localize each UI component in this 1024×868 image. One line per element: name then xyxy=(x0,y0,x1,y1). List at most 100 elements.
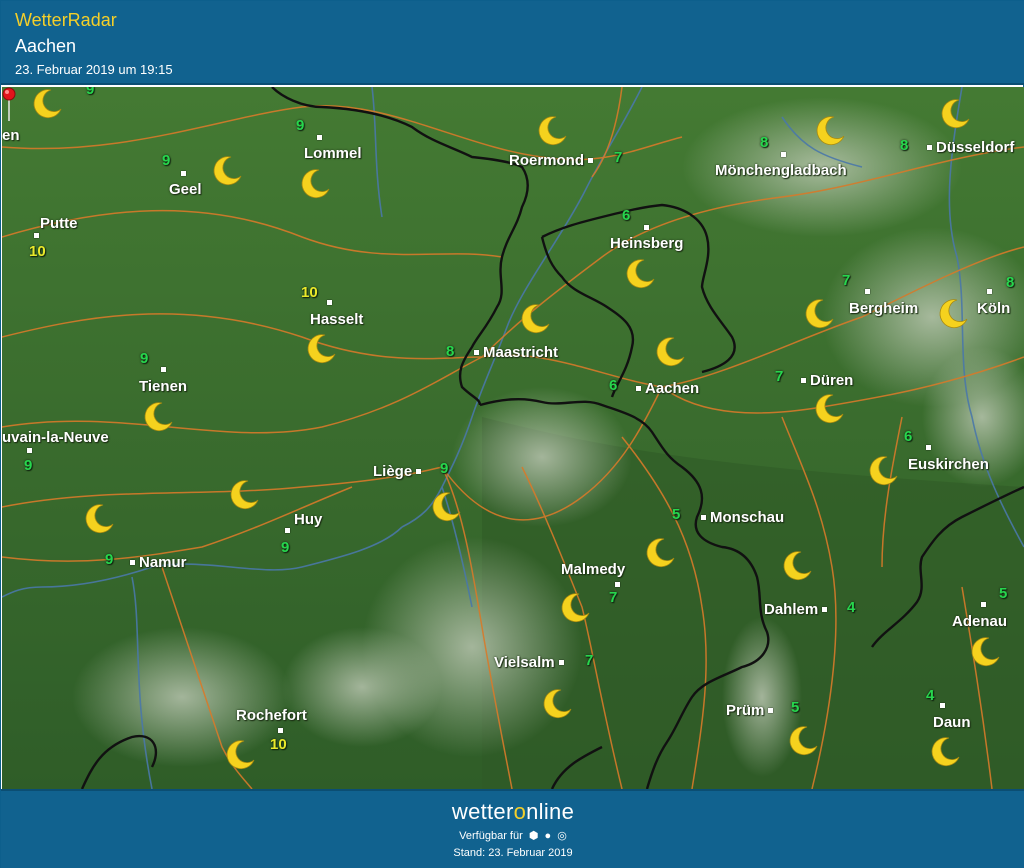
temperature-value: 8 xyxy=(760,134,769,151)
city-dot xyxy=(822,607,828,612)
place-euskirchen[interactable]: Euskirchen xyxy=(908,445,989,473)
place-heinsberg[interactable]: Heinsberg xyxy=(610,225,683,252)
temperature-value: 6 xyxy=(609,377,618,394)
place-koeln[interactable]: Köln xyxy=(977,289,1010,317)
place-hasselt[interactable]: Hasselt xyxy=(310,300,363,328)
temperature-value: 9 xyxy=(296,117,305,134)
place-geel[interactable]: Geel xyxy=(169,171,202,198)
temperature-value: 4 xyxy=(847,599,856,616)
crescent-moon-icon xyxy=(307,334,336,364)
city-dot xyxy=(161,367,166,372)
temperature-value: 9 xyxy=(162,152,171,169)
temperature-value: 4 xyxy=(926,687,935,704)
temperature-value: 7 xyxy=(775,368,784,385)
temperature-value: 5 xyxy=(672,506,681,523)
place-label: Geel xyxy=(169,181,202,198)
place-label: Monschau xyxy=(710,509,785,526)
location-pin-icon[interactable] xyxy=(2,87,16,121)
place-label: Tienen xyxy=(139,378,188,395)
place-label: Huy xyxy=(294,511,323,528)
place-adenau[interactable]: Adenau xyxy=(952,602,1007,630)
place-tienen[interactable]: Tienen xyxy=(139,367,188,395)
city-dot xyxy=(327,300,332,305)
city-dot xyxy=(981,602,986,607)
crescent-moon-icon xyxy=(301,169,330,199)
footer: wetteronline Verfügbar für ⬢ ● ◎ Stand: … xyxy=(1,789,1024,868)
wetteronline-logo[interactable]: wetteronline xyxy=(1,799,1024,825)
place-liege[interactable]: Liège xyxy=(373,463,422,480)
place-label: Düsseldorf xyxy=(936,139,1015,156)
temperature-value: 5 xyxy=(999,585,1008,602)
place-label: Bergheim xyxy=(849,300,919,317)
place-daun[interactable]: Daun xyxy=(933,703,971,731)
place-label: en xyxy=(2,127,20,144)
place-label: Dahlem xyxy=(764,601,819,618)
header: WetterRadar Aachen 23. Februar 2019 um 1… xyxy=(1,1,1024,85)
crescent-moon-icon xyxy=(656,337,685,367)
place-label: Aachen xyxy=(645,380,700,397)
place-maastricht[interactable]: Maastricht xyxy=(474,344,558,361)
place-vielsalm[interactable]: Vielsalm xyxy=(494,654,564,671)
place-moenchengladbach[interactable]: Mönchengladbach xyxy=(715,152,847,179)
city-dot xyxy=(285,528,290,533)
place-huy[interactable]: Huy xyxy=(285,511,323,533)
crescent-moon-icon xyxy=(626,259,655,289)
temperature-value: 10 xyxy=(301,284,318,301)
crescent-moon-icon xyxy=(432,492,461,522)
temperature-value: 6 xyxy=(904,428,913,445)
place-label: Mönchengladbach xyxy=(715,162,847,179)
stand-date: Stand: 23. Februar 2019 xyxy=(453,847,573,859)
crescent-moon-icon xyxy=(939,299,968,329)
place-lommel[interactable]: Lommel xyxy=(304,135,362,162)
apple-icon[interactable]: ● xyxy=(545,830,552,842)
place-label: Rochefort xyxy=(236,707,307,724)
place-putte[interactable]: Putte xyxy=(34,215,78,238)
place-bergheim[interactable]: Bergheim xyxy=(849,289,919,317)
place-label: Roermond xyxy=(509,152,584,169)
place-malmedy[interactable]: Malmedy xyxy=(561,561,625,587)
temperature-value: 7 xyxy=(842,272,851,289)
city-dot xyxy=(474,350,479,355)
temperature-value: 9 xyxy=(24,457,33,474)
crescent-moon-icon xyxy=(869,456,898,486)
city-dot xyxy=(701,515,706,520)
place-monschau[interactable]: Monschau xyxy=(701,509,784,526)
city-dot xyxy=(416,469,422,474)
availability: Verfügbar für ⬢ ● ◎ xyxy=(1,829,1024,842)
place-label: Putte xyxy=(40,215,78,232)
place-pruem[interactable]: Prüm xyxy=(726,702,774,719)
android-icon[interactable]: ⬢ xyxy=(529,829,539,842)
web-icon[interactable]: ◎ xyxy=(557,829,567,842)
city-dot xyxy=(865,289,870,294)
place-label: Liège xyxy=(373,463,413,480)
place-label: Prüm xyxy=(726,702,765,719)
crescent-moon-icon xyxy=(805,299,834,329)
place-aachen[interactable]: Aachen xyxy=(636,380,699,397)
place-roermond[interactable]: Roermond xyxy=(509,152,593,169)
place-louvain-la-neuve[interactable]: uvain-la-Neuve xyxy=(2,429,109,453)
place-rochefort[interactable]: Rochefort xyxy=(236,707,307,733)
radar-map[interactable]: Lommel Geel Putte Roermond Mönchengladba… xyxy=(2,87,1024,789)
temperature-value: 8 xyxy=(900,137,909,154)
crescent-moon-icon xyxy=(144,402,173,432)
temperature-value: 9 xyxy=(281,539,290,556)
place-label: Vielsalm xyxy=(494,654,555,671)
location-title: Aachen xyxy=(15,36,77,56)
temperature-value: 10 xyxy=(29,243,46,260)
place-partial-left[interactable]: en xyxy=(2,127,20,144)
city-dot xyxy=(644,225,649,230)
city-dot xyxy=(768,708,774,713)
city-dot xyxy=(940,703,945,708)
place-label: uvain-la-Neuve xyxy=(2,429,109,446)
place-label: Daun xyxy=(933,714,971,731)
temperature-value: 7 xyxy=(585,652,594,669)
crescent-moon-icon xyxy=(646,538,675,568)
city-dot xyxy=(558,660,564,665)
place-namur[interactable]: Namur xyxy=(130,554,187,571)
crescent-moon-icon xyxy=(543,689,572,719)
app-frame: WetterRadar Aachen 23. Februar 2019 um 1… xyxy=(0,0,1024,868)
place-dueren[interactable]: Düren xyxy=(801,372,853,389)
place-duesseldorf[interactable]: Düsseldorf xyxy=(927,139,1014,156)
place-dahlem[interactable]: Dahlem xyxy=(764,601,828,618)
crescent-moon-icon xyxy=(815,394,844,424)
